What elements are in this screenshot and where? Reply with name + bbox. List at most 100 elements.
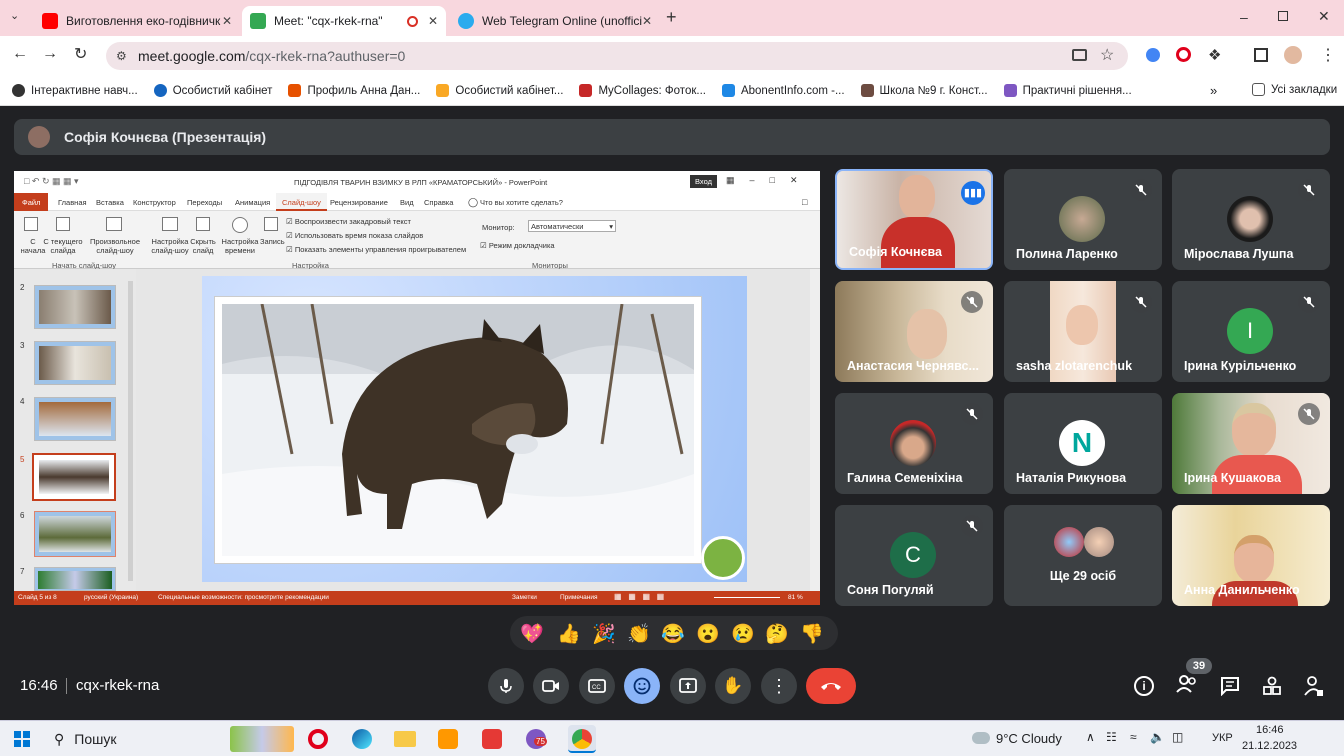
volume-icon[interactable]: 🔈 — [1150, 730, 1165, 744]
opera-icon[interactable] — [1176, 47, 1191, 62]
checkbox-narration[interactable]: ☑ Воспроизвести закадровый текст — [286, 217, 411, 226]
app-taskbar-icon[interactable] — [482, 729, 502, 749]
tab-insert[interactable]: Вставка — [96, 198, 124, 207]
setup-show-icon[interactable] — [162, 217, 178, 231]
slide-thumbnail[interactable] — [34, 397, 116, 441]
slide-thumbnail[interactable] — [34, 567, 116, 591]
chat-icon[interactable] — [1220, 676, 1240, 701]
taskbar-search[interactable]: ⚲ Пошук — [44, 724, 294, 754]
battery-icon[interactable]: ◫ — [1172, 730, 1183, 744]
network-icon[interactable]: ☷ — [1106, 730, 1117, 744]
more-participants-tile[interactable]: Ще 29 осіб — [1004, 505, 1162, 606]
tab-file[interactable]: Файл — [14, 193, 48, 211]
tab-help[interactable]: Справка — [424, 198, 453, 207]
slide-scrollbar[interactable] — [810, 269, 820, 591]
from-current-button[interactable]: С текущего слайда — [42, 237, 84, 255]
profile-avatar[interactable] — [1284, 46, 1302, 64]
participant-tile[interactable]: C Соня Погуляй — [835, 505, 993, 606]
notes-button[interactable]: Заметки — [512, 594, 537, 601]
activities-icon[interactable] — [1262, 676, 1282, 701]
bookmark-item[interactable]: MyCollages: Фоток... — [579, 84, 706, 97]
language-status[interactable]: русский (Украина) — [84, 594, 138, 601]
app-taskbar-icon[interactable] — [438, 729, 458, 749]
tab-review[interactable]: Рецензирование — [330, 198, 388, 207]
custom-show-button[interactable]: Произвольное слайд-шоу — [86, 237, 144, 255]
opera-taskbar-icon[interactable] — [308, 729, 328, 749]
wifi-icon[interactable]: ≈ — [1130, 730, 1137, 744]
rehearse-icon[interactable] — [232, 217, 248, 233]
reaction-sad[interactable]: 😢 — [731, 622, 755, 646]
more-options-button[interactable]: ⋮ — [761, 668, 797, 704]
host-controls-icon[interactable] — [1304, 675, 1324, 702]
hide-slide-button[interactable]: Скрыть слайд — [188, 237, 218, 255]
record-button[interactable]: Запись — [260, 237, 285, 246]
reaction-surprised[interactable]: 😮 — [696, 622, 720, 646]
tab-telegram[interactable]: Web Telegram Online (unoffici ✕ — [450, 6, 660, 36]
site-info-icon[interactable]: ⚙ — [116, 49, 127, 63]
all-bookmarks[interactable]: Усі закладки — [1252, 83, 1337, 96]
address-bar[interactable]: ⚙ meet.google.com/cqx-rkek-rna?authuser=… — [106, 42, 1128, 70]
view-buttons[interactable]: ▦ ▦ ▦ ▦ — [614, 592, 664, 601]
zoom-level[interactable]: 81 % — [788, 594, 803, 601]
reaction-thumbs-down[interactable]: 👎 — [800, 622, 824, 646]
participant-tile[interactable]: N Наталія Рикунова — [1004, 393, 1162, 494]
checkbox-timings[interactable]: ☑ Использовать время показа слайдов — [286, 231, 423, 240]
participant-tile[interactable]: Ірина Кушакова — [1172, 393, 1330, 494]
present-button[interactable] — [670, 668, 706, 704]
bookmark-item[interactable]: Школа №9 г. Конст... — [860, 84, 988, 97]
forward-icon[interactable]: → — [42, 45, 58, 63]
participant-tile[interactable]: Анна Данильченко — [1172, 505, 1330, 606]
tab-youtube[interactable]: Виготовлення еко-годівничк ✕ — [34, 6, 240, 36]
accessibility-status[interactable]: Специальные возможности: просмотрите рек… — [158, 594, 329, 601]
slide[interactable] — [202, 276, 747, 582]
reaction-party[interactable]: 🎉 — [592, 622, 616, 646]
reaction-thinking[interactable]: 🤔 — [765, 622, 789, 646]
emoji-button[interactable] — [624, 668, 660, 704]
maximize-icon[interactable] — [1278, 11, 1288, 21]
reload-icon[interactable]: ↻ — [74, 44, 87, 64]
tab-view[interactable]: Вид — [400, 198, 414, 207]
bookmark-item[interactable]: Інтерактивне навч... — [12, 84, 138, 97]
rehearse-button[interactable]: Настройка времени — [220, 237, 260, 255]
custom-show-icon[interactable] — [106, 217, 122, 231]
tab-meet[interactable]: Meet: "cqx-rkek-rna" ✕ — [242, 6, 446, 36]
close-tab-icon[interactable]: ✕ — [642, 14, 652, 28]
participant-tile[interactable]: ▮▮▮ Софія Кочнєва — [835, 169, 993, 270]
slide-thumbnail-selected[interactable] — [32, 453, 116, 501]
weather-icon[interactable] — [972, 732, 990, 744]
bookmark-item[interactable]: Особистий кабінет — [153, 84, 272, 97]
participant-tile[interactable]: Анастасия Чернявс... — [835, 281, 993, 382]
extension-icon[interactable] — [1146, 48, 1160, 62]
sidepanel-icon[interactable] — [1254, 48, 1268, 62]
play-from-start-icon[interactable] — [24, 217, 38, 231]
microphone-button[interactable] — [488, 668, 524, 704]
meeting-info-icon[interactable]: i — [1134, 676, 1154, 696]
slide-thumbnail[interactable] — [34, 341, 116, 385]
windows-start-icon[interactable] — [14, 731, 30, 747]
star-icon[interactable]: ☆ — [1100, 45, 1114, 65]
input-language[interactable]: УКР — [1212, 732, 1233, 744]
monitor-select[interactable]: Автоматически ▾ — [528, 220, 616, 232]
tab-search-icon[interactable]: ⌄ — [10, 9, 26, 25]
edge-taskbar-icon[interactable] — [352, 729, 372, 749]
tab-transitions[interactable]: Переходы — [187, 198, 222, 207]
close-window-icon[interactable]: ✕ — [1318, 8, 1330, 25]
setup-show-button[interactable]: Настройка слайд-шоу — [150, 237, 190, 255]
comments-button[interactable]: Примечания — [560, 594, 598, 601]
close-tab-icon[interactable]: ✕ — [428, 14, 438, 28]
menu-icon[interactable]: ⋮ — [1320, 45, 1336, 65]
hide-slide-icon[interactable] — [196, 217, 210, 231]
tab-design[interactable]: Конструктор — [133, 198, 176, 207]
extensions-puzzle-icon[interactable]: ❖ — [1208, 46, 1221, 64]
checkbox-media-controls[interactable]: ☑ Показать элементы управления проигрыва… — [286, 245, 466, 254]
comment-icon[interactable]: □ — [802, 197, 807, 207]
back-icon[interactable]: ← — [12, 45, 28, 63]
reaction-laugh[interactable]: 😂 — [661, 622, 685, 646]
minimize-icon[interactable]: – — [1240, 9, 1248, 25]
play-current-icon[interactable] — [56, 217, 70, 231]
chrome-taskbar-icon[interactable] — [568, 725, 596, 753]
participant-tile[interactable]: I Ірина Курільченко — [1172, 281, 1330, 382]
bookmark-item[interactable]: AbonentInfo.com -... — [721, 84, 845, 97]
captions-button[interactable]: CC — [579, 668, 615, 704]
bookmark-item[interactable]: Особистий кабінет... — [436, 84, 563, 97]
